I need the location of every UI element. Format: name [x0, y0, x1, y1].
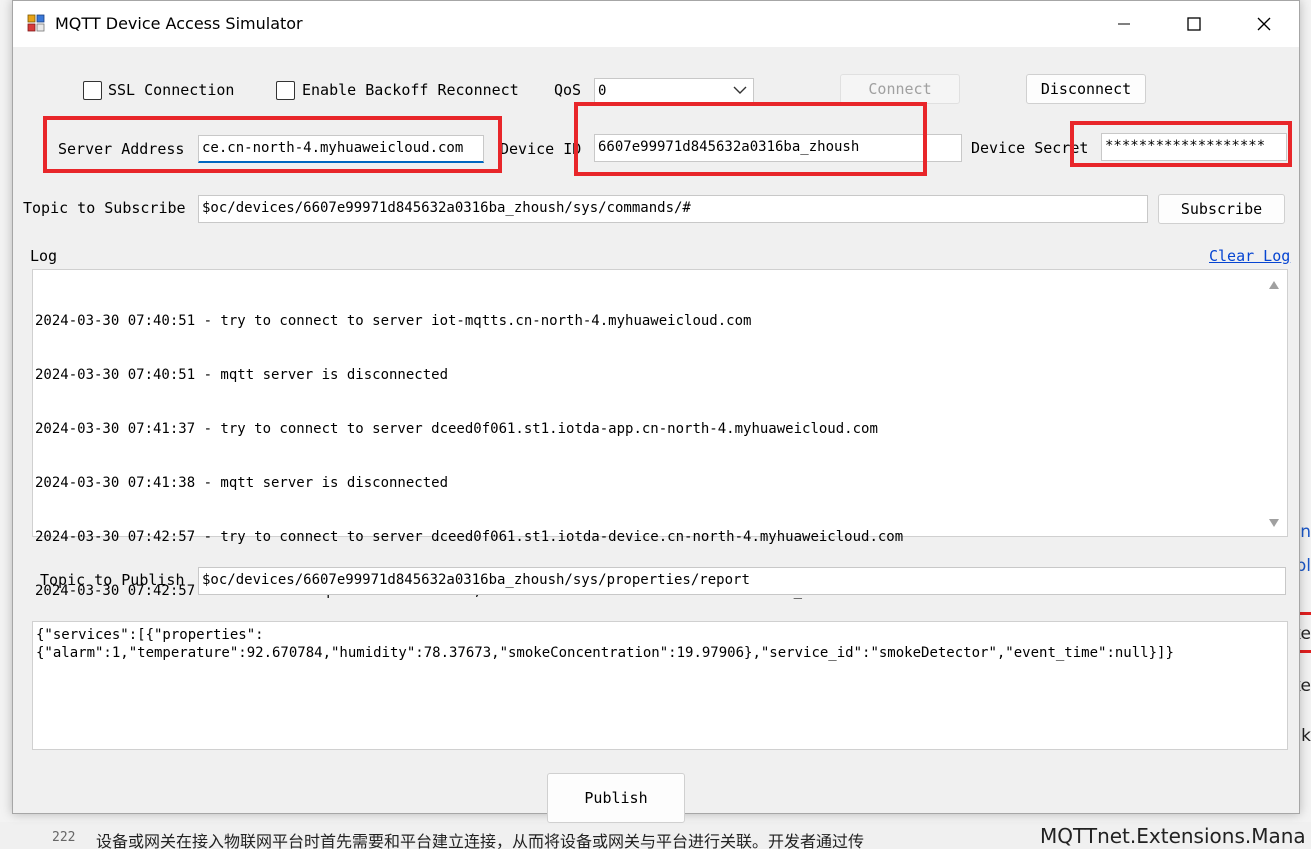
backoff-label: Enable Backoff Reconnect — [302, 81, 519, 99]
server-address-input[interactable]: ce.cn-north-4.myhuaweicloud.com — [198, 135, 484, 163]
log-textarea[interactable]: 2024-03-30 07:40:51 - try to connect to … — [32, 269, 1288, 599]
background-fragment: n — [1300, 522, 1311, 542]
minimize-icon — [1118, 23, 1130, 25]
maximize-icon — [1187, 17, 1201, 31]
log-line: 2024-03-30 07:41:38 - mqtt server is dis… — [35, 475, 449, 491]
subscribe-button[interactable]: Subscribe — [1158, 194, 1285, 224]
log-line: 2024-03-30 07:40:51 - try to connect to … — [35, 313, 752, 329]
log-label: Log — [30, 247, 58, 265]
qos-select[interactable]: 0 — [594, 78, 754, 104]
log-line: 2024-03-30 07:40:51 - mqtt server is dis… — [35, 367, 449, 383]
device-id-label: Device ID — [500, 140, 582, 158]
publish-button[interactable]: Publish — [547, 773, 685, 823]
background-package-name: MQTTnet.Extensions.Mana — [1040, 824, 1306, 848]
ssl-label: SSL Connection — [108, 81, 235, 99]
publish-topic-input[interactable]: $oc/devices/6607e99971d845632a0316ba_zho… — [198, 567, 1286, 595]
payload-line: {"alarm":1,"temperature":92.670784,"humi… — [36, 645, 1174, 661]
backoff-checkbox[interactable] — [276, 81, 295, 100]
device-secret-input[interactable]: ******************* — [1101, 133, 1287, 161]
connect-button[interactable]: Connect — [840, 74, 960, 104]
log-scrollbar[interactable] — [1261, 270, 1287, 536]
minimize-button[interactable] — [1089, 1, 1159, 47]
log-line: 2024-03-30 07:41:37 - try to connect to … — [35, 421, 878, 437]
payload-text: {"services":[{"properties": {"alarm":1,"t… — [36, 626, 1276, 662]
ssl-checkbox[interactable] — [83, 81, 102, 100]
qos-label: QoS — [554, 81, 582, 99]
close-button[interactable] — [1229, 1, 1299, 47]
disconnect-button[interactable]: Disconnect — [1026, 74, 1146, 104]
scroll-down-icon[interactable] — [1268, 518, 1280, 528]
title-bar[interactable]: MQTT Device Access Simulator — [13, 1, 1299, 47]
qos-value: 0 — [598, 83, 607, 99]
server-address-label: Server Address — [58, 140, 185, 158]
chevron-down-icon — [733, 86, 747, 94]
close-icon — [1257, 17, 1271, 31]
log-line: 2024-03-30 07:42:57 - try to connect to … — [35, 529, 904, 545]
payload-line: {"services":[{"properties": — [36, 627, 264, 643]
device-id-input[interactable]: 6607e99971d845632a0316ba_zhoush — [594, 134, 962, 162]
background-line-number: 222 — [52, 830, 76, 845]
app-icon — [27, 14, 45, 32]
device-secret-label: Device Secret — [971, 139, 1089, 157]
maximize-button[interactable] — [1159, 1, 1229, 47]
subscribe-topic-label: Topic to Subscribe — [23, 199, 186, 217]
simulator-window: MQTT Device Access Simulator SSL Connect… — [12, 0, 1300, 823]
window-title: MQTT Device Access Simulator — [55, 14, 303, 33]
background-editor-text: 设备或网关在接入物联网平台时首先需要和平台建立连接，从而将设备或网关与平台进行关… — [96, 832, 865, 851]
clear-log-link[interactable]: Clear Log — [1209, 247, 1290, 265]
subscribe-topic-input[interactable]: $oc/devices/6607e99971d845632a0316ba_zho… — [198, 195, 1148, 223]
payload-textarea[interactable]: {"services":[{"properties": {"alarm":1,"t… — [32, 621, 1288, 750]
publish-topic-label: Topic to Publish — [40, 571, 185, 589]
scroll-up-icon[interactable] — [1268, 280, 1280, 290]
